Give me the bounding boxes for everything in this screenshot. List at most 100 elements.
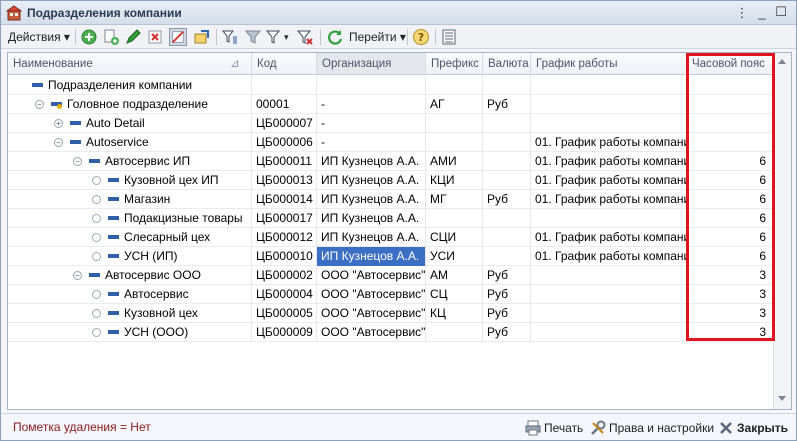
cell-prefix [426,114,483,133]
collapse-icon[interactable]: − [54,138,63,147]
toolbar-separator [435,29,436,45]
row-name: Кузовной цех ИП [124,173,219,187]
group-icon [89,159,100,163]
delete-icon[interactable] [146,28,164,46]
cell-code [252,76,317,95]
help-icon[interactable]: ? [412,28,430,46]
goto-menu-button[interactable]: Перейти ▾ [349,27,406,47]
cell-org: ООО "Автосервис" [317,304,426,323]
collapse-icon[interactable]: − [73,271,82,280]
table-row[interactable]: Подакцизные товары ЦБ000017 ИП Кузнецов А.… [8,209,773,228]
cell-code: ЦБ000012 [252,228,317,247]
cell-org: ИП Кузнецов А.А. [317,247,426,266]
table-row[interactable]: − Автосервис ИП ЦБ000011 ИП Кузнецов А.А. АМ… [8,152,773,171]
maximize-icon[interactable]: ☐ [772,3,790,21]
cell-schedule: 01. График работы компании [531,152,687,171]
status-bar: Пометка удаления = Нет Печать Права и на… [1,413,796,440]
element-icon [108,216,119,220]
table-row[interactable]: − Autoservice ЦБ000006- 01. График работы к… [8,133,773,152]
cell-currency [483,76,531,95]
row-name: Слесарный цех [124,230,211,244]
leaf-node-icon [92,176,101,185]
cell-schedule [531,76,687,95]
table-row[interactable]: − Автосервис ООО ЦБ000002 ООО "Автосервис" А… [8,266,773,285]
move-to-group-icon[interactable] [193,28,211,46]
tools-icon [591,420,606,435]
vertical-scrollbar[interactable] [773,53,791,409]
cell-org: ИП Кузнецов А.А. [317,190,426,209]
scroll-up-icon[interactable] [778,59,786,64]
cell-org: ООО "Автосервис" [317,266,426,285]
cell-name: − Автосервис ООО [8,266,252,285]
refresh-icon[interactable] [326,28,344,46]
cell-currency [483,152,531,171]
column-header-prefix[interactable]: Префикс [426,53,483,75]
row-name: Подразделения компании [48,78,193,92]
filter-icon[interactable] [244,28,262,46]
cell-name: Автосервис [8,285,252,304]
list-settings-icon[interactable] [440,28,458,46]
minimize-icon[interactable]: _ [753,4,771,22]
row-name: УСН (ООО) [124,325,189,339]
close-label: Закрыть [737,421,789,435]
cell-org: ООО "Автосервис" [317,323,426,342]
cell-tz: 6 [687,209,773,228]
collapse-icon[interactable]: − [73,157,82,166]
cell-code: ЦБ000005 [252,304,317,323]
cell-currency: Руб [483,95,531,114]
filter-settings-icon[interactable] [265,28,283,46]
scroll-down-icon[interactable] [778,396,786,401]
cell-currency [483,228,531,247]
title-bar: Подразделения компании ⋮ _ ☐ [1,1,796,25]
table-row[interactable]: УСН (ИП) ЦБ000010 ИП Кузнецов А.А. УСИ 01. Г… [8,247,773,266]
cell-tz: 6 [687,171,773,190]
cell-name: Кузовной цех [8,304,252,323]
column-header-timezone[interactable]: Часовой пояс [687,53,773,75]
cell-currency [483,247,531,266]
collapse-icon[interactable]: − [35,100,44,109]
filter-by-value-icon[interactable] [221,28,239,46]
cell-tz [687,133,773,152]
cell-currency: Руб [483,266,531,285]
actions-label: Действия [8,30,61,44]
table-row[interactable]: Кузовной цех ИП ЦБ000013 ИП Кузнецов А.А. К… [8,171,773,190]
column-header-schedule[interactable]: График работы [531,53,687,75]
column-header-organization[interactable]: Организация [317,53,426,75]
actions-menu-button[interactable]: Действия ▾ [8,27,70,47]
element-icon [108,254,119,258]
cell-prefix: АМ [426,266,483,285]
menu-icon[interactable]: ⋮ [733,4,751,22]
column-header-name[interactable]: Наименование ⊿ [8,53,252,75]
toolbar-separator [320,29,321,45]
row-name: УСН (ИП) [124,249,178,263]
toolbar: Действия ▾ ▾ Перейти ▾ ? [1,25,796,49]
table-row[interactable]: УСН (ООО) ЦБ000009 ООО "Автосервис" Руб 3 [8,323,773,342]
column-header-code[interactable]: Код [252,53,317,75]
add-icon[interactable] [80,28,98,46]
copy-icon[interactable] [102,28,120,46]
expand-icon[interactable]: + [54,119,63,128]
clear-filter-icon[interactable] [296,28,314,46]
table-row[interactable]: − Головное подразделение 00001- АГ Руб [8,95,773,114]
leaf-node-icon [92,290,101,299]
leaf-node-icon [92,214,101,223]
filter-dropdown-arrow-icon[interactable]: ▾ [284,27,289,47]
cell-code: ЦБ000014 [252,190,317,209]
column-header-currency[interactable]: Валюта [483,53,531,75]
edit-icon[interactable] [124,28,142,46]
table-row[interactable]: Магазин ЦБ000014 ИП Кузнецов А.А. МГ Руб 01. … [8,190,773,209]
cell-prefix [426,209,483,228]
dropdown-arrow-icon: ▾ [399,30,406,44]
table-row[interactable]: Подразделения компании [8,76,773,95]
departments-table: Наименование ⊿ Код Организация Префикс Ва… [7,52,792,410]
cell-prefix [426,133,483,152]
cell-currency: Руб [483,323,531,342]
cell-schedule [531,285,687,304]
table-row[interactable]: Автосервис ЦБ000004 ООО "Автосервис" СЦ Руб 3 [8,285,773,304]
table-row[interactable]: Кузовной цех ЦБ000005 ООО "Автосервис" КЦ Ру… [8,304,773,323]
table-row[interactable]: + Auto Detail ЦБ000007- [8,114,773,133]
mark-deletion-icon[interactable] [169,28,187,46]
cell-currency [483,114,531,133]
cell-org: - [317,114,426,133]
table-row[interactable]: Слесарный цех ЦБ000012 ИП Кузнецов А.А. СЦИ… [8,228,773,247]
